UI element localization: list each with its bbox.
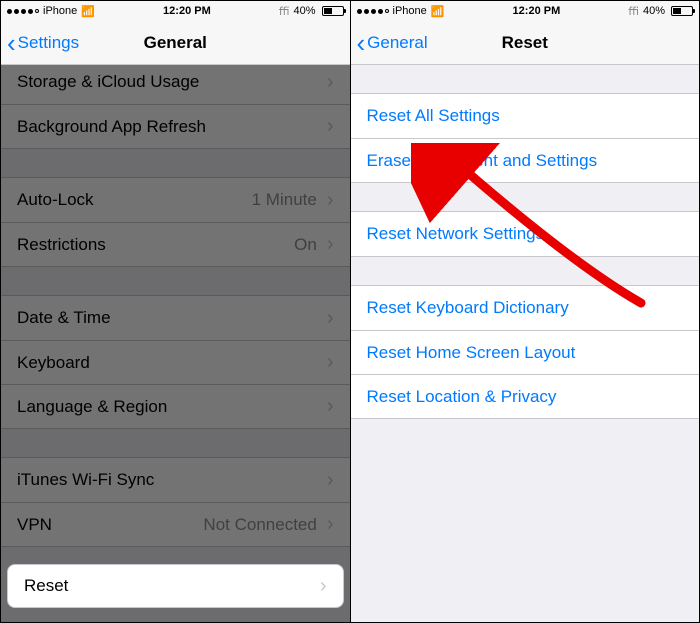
row-date-time[interactable]: Date & Time › xyxy=(1,296,350,340)
row-itunes-wifi-sync[interactable]: iTunes Wi-Fi Sync › xyxy=(1,458,350,502)
row-reset-network[interactable]: Reset Network Settings xyxy=(351,212,700,256)
row-label: Background App Refresh xyxy=(17,117,327,137)
battery-icon xyxy=(322,6,344,16)
wifi-icon: 📶 xyxy=(431,5,445,18)
row-label: Erase All Content and Settings xyxy=(367,151,684,171)
carrier-label: iPhone xyxy=(393,5,427,17)
chevron-right-icon: › xyxy=(327,307,334,330)
status-bar: iPhone 📶 12:20 PM ﬃ 40% xyxy=(351,1,700,21)
status-bar: iPhone 📶 12:20 PM ﬃ 40% xyxy=(1,1,350,21)
phone-general-screen: iPhone 📶 12:20 PM ﬃ 40% ‹ Settings Gener… xyxy=(1,1,351,622)
chevron-left-icon: ‹ xyxy=(7,30,16,56)
chevron-right-icon: › xyxy=(327,469,334,492)
chevron-left-icon: ‹ xyxy=(357,30,366,56)
bluetooth-icon: ﬃ xyxy=(279,5,290,18)
chevron-right-icon: › xyxy=(327,395,334,418)
row-label: VPN xyxy=(17,515,203,535)
row-storage-icloud[interactable]: Storage & iCloud Usage › xyxy=(1,65,350,104)
back-button[interactable]: ‹ General xyxy=(357,30,428,56)
row-label: Restrictions xyxy=(17,235,294,255)
row-label: iTunes Wi-Fi Sync xyxy=(17,470,327,490)
row-reset-all-settings[interactable]: Reset All Settings xyxy=(351,94,700,138)
row-label: Reset All Settings xyxy=(367,106,684,126)
battery-percent: 40% xyxy=(643,5,665,17)
row-label: Reset Location & Privacy xyxy=(367,387,684,407)
clock-label: 12:20 PM xyxy=(513,5,561,17)
row-label: Auto-Lock xyxy=(17,190,252,210)
chevron-right-icon: › xyxy=(327,513,334,536)
back-label: General xyxy=(367,33,427,53)
bluetooth-icon: ﬃ xyxy=(628,5,639,18)
row-language-region[interactable]: Language & Region › xyxy=(1,384,350,428)
chevron-right-icon: › xyxy=(327,71,334,94)
chevron-right-icon: › xyxy=(327,189,334,212)
row-detail: Not Connected xyxy=(203,515,316,535)
row-auto-lock[interactable]: Auto-Lock 1 Minute › xyxy=(1,178,350,222)
nav-bar: ‹ Settings General xyxy=(1,21,350,65)
row-label: Reset Network Settings xyxy=(367,224,684,244)
row-label: Language & Region xyxy=(17,397,327,417)
row-label: Date & Time xyxy=(17,308,327,328)
row-detail: On xyxy=(294,235,317,255)
row-restrictions[interactable]: Restrictions On › xyxy=(1,222,350,266)
battery-percent: 40% xyxy=(293,5,315,17)
row-label: Reset Keyboard Dictionary xyxy=(367,298,684,318)
carrier-label: iPhone xyxy=(43,5,77,17)
row-label: Reset xyxy=(24,576,320,596)
row-reset-home-layout[interactable]: Reset Home Screen Layout xyxy=(351,330,700,374)
chevron-right-icon: › xyxy=(327,233,334,256)
row-erase-all-content[interactable]: Erase All Content and Settings xyxy=(351,138,700,182)
signal-dots-icon xyxy=(7,9,39,14)
row-reset[interactable]: Reset › xyxy=(7,564,344,608)
chevron-right-icon: › xyxy=(327,351,334,374)
row-detail: 1 Minute xyxy=(252,190,317,210)
row-vpn[interactable]: VPN Not Connected › xyxy=(1,502,350,546)
row-background-refresh[interactable]: Background App Refresh › xyxy=(1,104,350,148)
row-reset-location-privacy[interactable]: Reset Location & Privacy xyxy=(351,374,700,418)
signal-dots-icon xyxy=(357,9,389,14)
back-label: Settings xyxy=(18,33,79,53)
battery-icon xyxy=(671,6,693,16)
nav-bar: ‹ General Reset xyxy=(351,21,700,65)
row-keyboard[interactable]: Keyboard › xyxy=(1,340,350,384)
row-label: Storage & iCloud Usage xyxy=(17,72,327,92)
row-label: Reset Home Screen Layout xyxy=(367,343,684,363)
chevron-right-icon: › xyxy=(320,575,327,598)
row-reset-keyboard-dict[interactable]: Reset Keyboard Dictionary xyxy=(351,286,700,330)
wifi-icon: 📶 xyxy=(81,5,95,18)
chevron-right-icon: › xyxy=(327,115,334,138)
clock-label: 12:20 PM xyxy=(163,5,211,17)
back-button[interactable]: ‹ Settings xyxy=(7,30,79,56)
phone-reset-screen: iPhone 📶 12:20 PM ﬃ 40% ‹ General Reset … xyxy=(351,1,700,622)
row-label: Keyboard xyxy=(17,353,327,373)
